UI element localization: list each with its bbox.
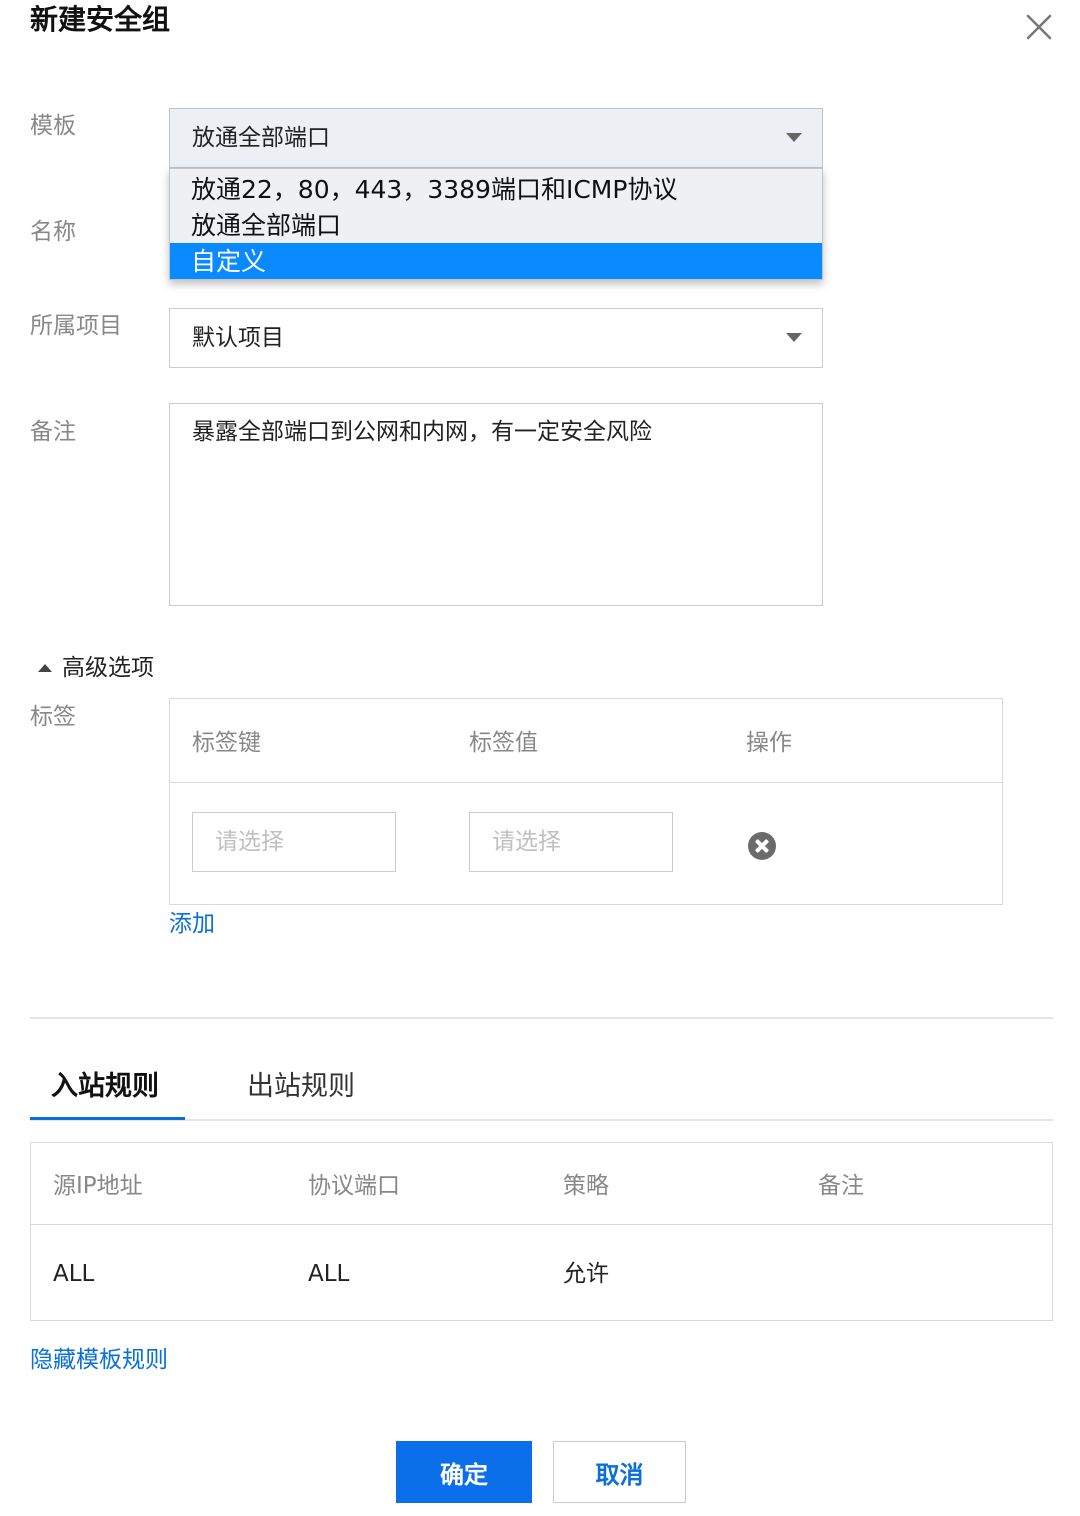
advanced-options-toggle[interactable]: 高级选项 — [38, 652, 154, 684]
table-cell-policy: 允许 — [563, 1261, 609, 1287]
tag-table: 标签键 标签值 操作 — [169, 698, 1003, 905]
remark-textarea[interactable]: 暴露全部端口到公网和内网，有一定安全风险 — [169, 403, 823, 606]
tag-table-header: 标签键 标签值 操作 — [170, 699, 1002, 783]
column-header-policy: 策略 — [563, 1173, 609, 1199]
column-header-remark: 备注 — [818, 1173, 864, 1199]
cancel-button[interactable]: 取消 — [553, 1441, 686, 1503]
active-tab-indicator — [30, 1117, 185, 1120]
table-cell-source-ip: ALL — [53, 1261, 95, 1287]
rules-table: 源IP地址 协议端口 策略 备注 ALL ALL 允许 — [30, 1142, 1053, 1321]
dropdown-option[interactable]: 放通22，80，443，3389端口和ICMP协议 — [170, 171, 822, 207]
template-select-value: 放通全部端口 — [192, 125, 330, 151]
tag-value-header: 标签值 — [469, 730, 538, 756]
table-cell-protocol-port: ALL — [308, 1261, 350, 1287]
tag-key-input[interactable] — [192, 812, 396, 872]
remark-label: 备注 — [30, 419, 76, 445]
tag-action-header: 操作 — [746, 730, 792, 756]
dropdown-option[interactable]: 放通全部端口 — [170, 207, 822, 243]
tags-label: 标签 — [30, 704, 76, 730]
confirm-button[interactable]: 确定 — [396, 1441, 532, 1503]
chevron-down-icon — [786, 133, 802, 142]
template-select[interactable]: 放通全部端口 — [169, 108, 823, 168]
tab-inbound-rules[interactable]: 入站规则 — [51, 1069, 159, 1105]
column-header-protocol-port: 协议端口 — [308, 1173, 400, 1199]
template-label: 模板 — [30, 113, 76, 139]
project-select-value: 默认项目 — [192, 325, 284, 351]
tab-outbound-rules[interactable]: 出站规则 — [247, 1069, 355, 1105]
dropdown-option[interactable]: 自定义 — [170, 243, 822, 279]
add-tag-link[interactable]: 添加 — [169, 908, 215, 940]
chevron-down-icon — [786, 333, 802, 342]
project-label: 所属项目 — [30, 313, 122, 339]
project-select[interactable]: 默认项目 — [169, 308, 823, 368]
rules-table-header: 源IP地址 协议端口 策略 备注 — [31, 1143, 1052, 1225]
template-dropdown: 放通22，80，443，3389端口和ICMP协议 放通全部端口 自定义 — [169, 168, 823, 280]
tag-key-header: 标签键 — [192, 730, 261, 756]
column-header-source-ip: 源IP地址 — [53, 1173, 143, 1199]
close-icon[interactable] — [1024, 12, 1054, 42]
section-divider — [30, 1017, 1053, 1019]
advanced-options-label: 高级选项 — [62, 655, 154, 681]
hide-template-rules-link[interactable]: 隐藏模板规则 — [30, 1344, 168, 1376]
dialog-title: 新建安全组 — [30, 3, 171, 36]
name-label: 名称 — [30, 219, 76, 245]
tag-value-input[interactable] — [469, 812, 673, 872]
caret-up-icon — [38, 664, 52, 672]
remove-tag-icon[interactable] — [748, 832, 776, 860]
